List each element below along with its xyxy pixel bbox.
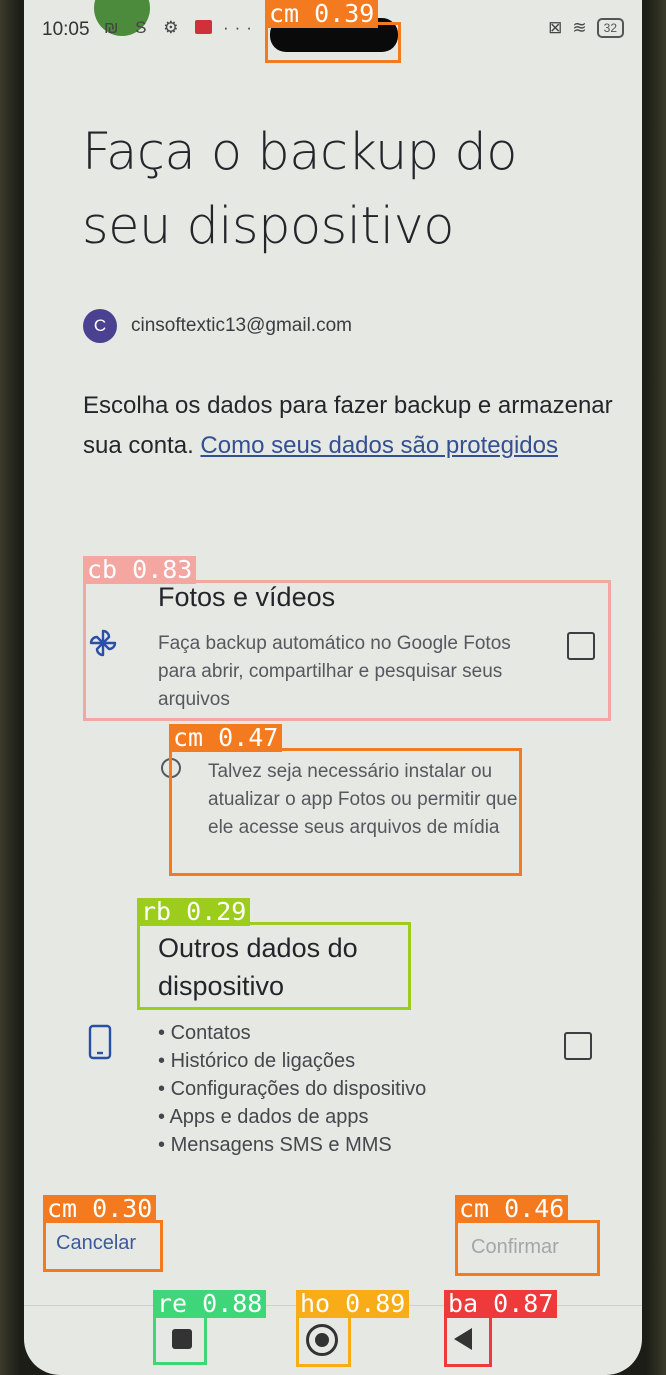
privacy-link[interactable]: Como seus dados são protegidos (200, 432, 558, 459)
status-icons-right: ⊠ ≋ 32 (548, 18, 624, 38)
detection-box (43, 1220, 163, 1272)
detection-label: cm 0.47 (169, 724, 283, 752)
wifi-icon: ≋ (572, 18, 587, 37)
detection-label: cm 0.30 (43, 1195, 157, 1223)
page-title: Faça o backup do seu dispositivo (82, 123, 517, 256)
account-email: cinsoftextic13@gmail.com (131, 315, 352, 336)
phone-icon (88, 1024, 112, 1060)
mail-icon (195, 20, 213, 34)
account-row: C cinsoftextic13@gmail.com (83, 309, 352, 343)
detection-box (265, 22, 401, 63)
status-notification-icons: ₪ S ⚙ (104, 18, 185, 37)
detection-box (455, 1220, 600, 1276)
device-checkbox[interactable] (564, 1032, 592, 1060)
list-item: Apps e dados de apps (158, 1103, 426, 1131)
list-item: Configurações do dispositivo (158, 1075, 427, 1103)
detection-box (169, 748, 522, 876)
detection-label: rb 0.29 (137, 898, 251, 926)
sim-icon: ⊠ (548, 18, 563, 37)
detection-box (296, 1314, 351, 1367)
detection-label: re 0.88 (153, 1290, 267, 1318)
battery-icon: 32 (596, 18, 624, 38)
detection-label: ho 0.89 (296, 1290, 410, 1318)
detection-box (83, 580, 611, 721)
list-item: Histórico de ligações (158, 1047, 426, 1075)
more-icon: ··· (222, 18, 258, 37)
detection-label: cm 0.46 (455, 1195, 569, 1223)
detection-box (153, 1314, 207, 1365)
detection-label: cb 0.83 (83, 556, 197, 584)
detection-box (137, 922, 411, 1010)
avatar: C (83, 309, 117, 343)
detection-box (444, 1314, 492, 1367)
detection-label: ba 0.87 (444, 1290, 558, 1318)
list-item: Mensagens SMS e MMS (158, 1131, 426, 1159)
description: Escolha os dados para fazer backup e arm… (83, 392, 613, 459)
device-data-list: Contatos Histórico de ligações Configura… (158, 1019, 426, 1159)
status-time: 10:05 (42, 19, 90, 40)
list-item: Contatos (158, 1019, 426, 1047)
detection-label: cm 0.39 (265, 0, 379, 28)
status-icons-left: ₪ S ⚙ ··· (104, 18, 258, 38)
